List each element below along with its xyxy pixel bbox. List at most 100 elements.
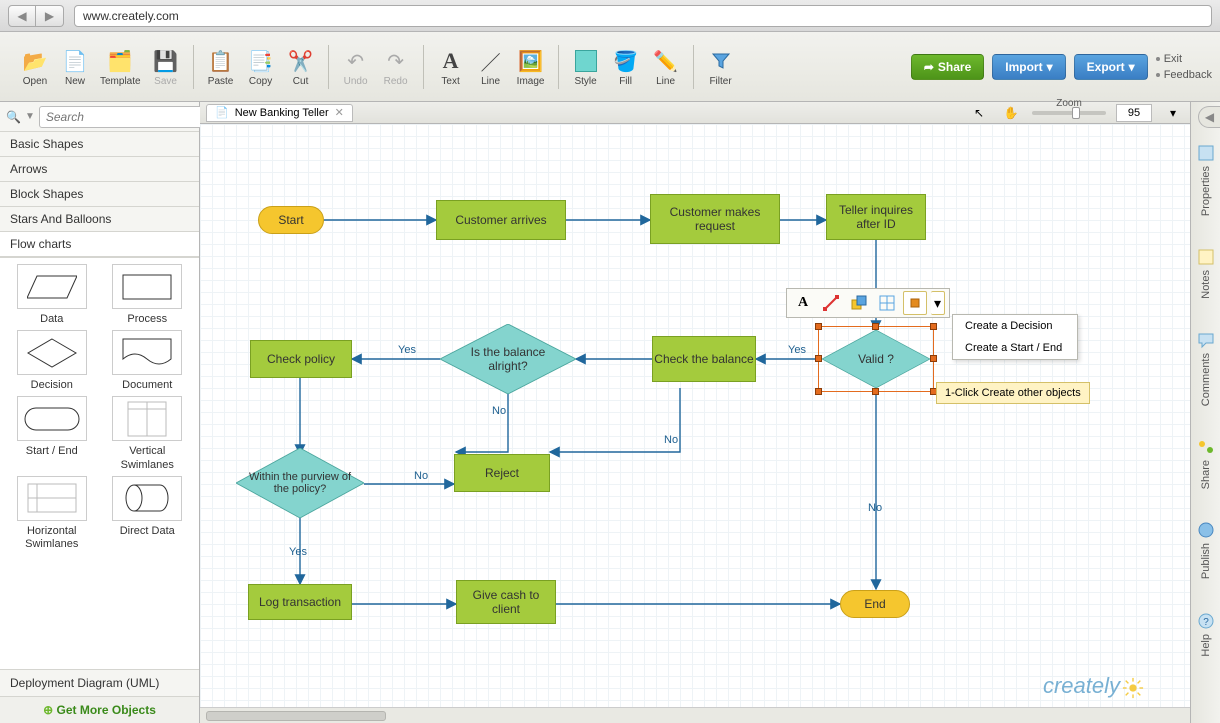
image-button[interactable]: 🖼️Image (512, 39, 550, 95)
text-button[interactable]: AText (432, 39, 470, 95)
redo-button[interactable]: ↷Redo (377, 39, 415, 95)
main-toolbar: 📂Open 📄New 🗂️Template 💾Save 📋Paste 📑Copy… (0, 32, 1220, 102)
sidebar-cat-arrows[interactable]: Arrows (0, 157, 199, 182)
zoom-dropdown[interactable]: ▾ (1162, 104, 1184, 122)
tooltip: 1-Click Create other objects (936, 382, 1090, 404)
shape-vswimlanes[interactable]: Vertical Swimlanes (102, 396, 194, 471)
node-end[interactable]: End (840, 590, 910, 618)
share-button[interactable]: ➦ Share (911, 54, 984, 80)
import-button[interactable]: Import ▾ (992, 54, 1065, 80)
paste-icon: 📋 (206, 46, 236, 76)
canvas[interactable]: Yes Yes No No No Yes No Start Customer a… (200, 124, 1190, 723)
filter-button[interactable]: Filter (702, 39, 740, 95)
node-start[interactable]: Start (258, 206, 324, 234)
feedback-link[interactable]: Feedback (1156, 69, 1212, 81)
document-tab[interactable]: 📄 New Banking Teller ✕ (206, 104, 353, 122)
shape-document[interactable]: Document (102, 330, 194, 392)
right-dock: ◀ Properties Notes Comments Share Publis… (1190, 102, 1220, 723)
dock-properties[interactable]: Properties (1197, 144, 1215, 216)
tab-close-button[interactable]: ✕ (335, 106, 344, 119)
doc-icon: 📄 (215, 106, 229, 119)
node-customer-arrives[interactable]: Customer arrives (436, 200, 566, 240)
shape-directdata[interactable]: Direct Data (102, 476, 194, 551)
ctx-create-dropdown[interactable] (903, 291, 927, 315)
node-give-cash[interactable]: Give cash to client (456, 580, 556, 624)
dock-share[interactable]: Share (1197, 438, 1215, 489)
shape-terminator[interactable]: Start / End (6, 396, 98, 471)
shape-sidebar: 🔍 ▼ Basic Shapes Arrows Block Shapes Sta… (0, 102, 200, 723)
node-log-transaction[interactable]: Log transaction (248, 584, 352, 620)
text-icon: A (436, 46, 466, 76)
node-valid[interactable]: Valid ? (822, 330, 930, 388)
line-button[interactable]: ／Line (472, 39, 510, 95)
exit-link[interactable]: Exit (1156, 53, 1212, 65)
ctx-menu-create-decision[interactable]: Create a Decision (953, 315, 1077, 337)
ctx-menu-create-terminator[interactable]: Create a Start / End (953, 337, 1077, 359)
node-teller-inquires[interactable]: Teller inquires after ID (826, 194, 926, 240)
sidebar-cat-flowcharts[interactable]: Flow charts (0, 232, 199, 257)
copy-icon: 📑 (246, 46, 276, 76)
shape-process[interactable]: Process (102, 264, 194, 326)
ctx-connector-button[interactable] (819, 291, 843, 315)
zoom-input[interactable] (1116, 104, 1152, 122)
save-button[interactable]: 💾Save (147, 39, 185, 95)
dock-comments[interactable]: Comments (1197, 331, 1215, 406)
nav-back-button[interactable]: ◀ (8, 5, 36, 27)
node-check-policy[interactable]: Check policy (250, 340, 352, 378)
open-button[interactable]: 📂Open (16, 39, 54, 95)
new-button[interactable]: 📄New (56, 39, 94, 95)
node-within-policy[interactable]: Within the purview of the policy? (236, 448, 364, 518)
zoom-slider[interactable] (1032, 111, 1106, 115)
paste-button[interactable]: 📋Paste (202, 39, 240, 95)
shape-data[interactable]: Data (6, 264, 98, 326)
ctx-grid-button[interactable] (875, 291, 899, 315)
undo-button[interactable]: ↶Undo (337, 39, 375, 95)
horizontal-scrollbar[interactable] (200, 707, 1190, 723)
cut-button[interactable]: ✂️Cut (282, 39, 320, 95)
image-icon: 🖼️ (516, 46, 546, 76)
url-input[interactable]: www.creately.com (74, 5, 1212, 27)
sidebar-deployment-uml[interactable]: Deployment Diagram (UML) (0, 669, 199, 696)
dock-collapse-button[interactable]: ◀ (1198, 106, 1220, 128)
dock-help[interactable]: ?Help (1197, 612, 1215, 657)
edge-label: No (492, 405, 506, 417)
context-menu: Create a Decision Create a Start / End (952, 314, 1078, 360)
ctx-arrange-button[interactable] (847, 291, 871, 315)
get-more-objects-button[interactable]: ⊕ Get More Objects (0, 696, 199, 723)
nav-forward-button[interactable]: ▶ (36, 5, 64, 27)
fill-icon: 🪣 (611, 46, 641, 76)
sidebar-cat-basic-shapes[interactable]: Basic Shapes (0, 132, 199, 157)
style-button[interactable]: Style (567, 39, 605, 95)
dock-notes[interactable]: Notes (1197, 248, 1215, 299)
style-icon (571, 46, 601, 76)
node-balance-ok[interactable]: Is the balance alright? (440, 324, 576, 394)
folder-icon: 📂 (20, 46, 50, 76)
shape-search-input[interactable] (39, 106, 210, 128)
ctx-text-button[interactable]: A (791, 291, 815, 315)
template-button[interactable]: 🗂️Template (96, 39, 145, 95)
filter-icon (706, 46, 736, 76)
export-button[interactable]: Export ▾ (1074, 54, 1148, 80)
shape-hswimlanes[interactable]: Horizontal Swimlanes (6, 476, 98, 551)
copy-button[interactable]: 📑Copy (242, 39, 280, 95)
ctx-create-arrow[interactable]: ▾ (931, 291, 945, 315)
dock-publish[interactable]: Publish (1197, 521, 1215, 579)
template-icon: 🗂️ (105, 46, 135, 76)
node-check-balance[interactable]: Check the balance (652, 336, 756, 382)
sidebar-cat-block-shapes[interactable]: Block Shapes (0, 182, 199, 207)
sidebar-cat-stars[interactable]: Stars And Balloons (0, 207, 199, 232)
line-style-button[interactable]: ✏️Line (647, 39, 685, 95)
edge-label: No (414, 470, 428, 482)
tab-title: New Banking Teller (235, 107, 329, 119)
svg-text:?: ? (1203, 617, 1209, 628)
fill-button[interactable]: 🪣Fill (607, 39, 645, 95)
edge-label: No (664, 434, 678, 446)
edge-label: Yes (289, 546, 307, 558)
search-icon: 🔍 (6, 108, 21, 126)
creately-logo: creately (1043, 673, 1144, 699)
hand-tool[interactable]: ✋ (1000, 104, 1022, 122)
pointer-tool[interactable]: ↖ (968, 104, 990, 122)
node-customer-request[interactable]: Customer makes request (650, 194, 780, 244)
shape-decision[interactable]: Decision (6, 330, 98, 392)
node-reject[interactable]: Reject (454, 454, 550, 492)
